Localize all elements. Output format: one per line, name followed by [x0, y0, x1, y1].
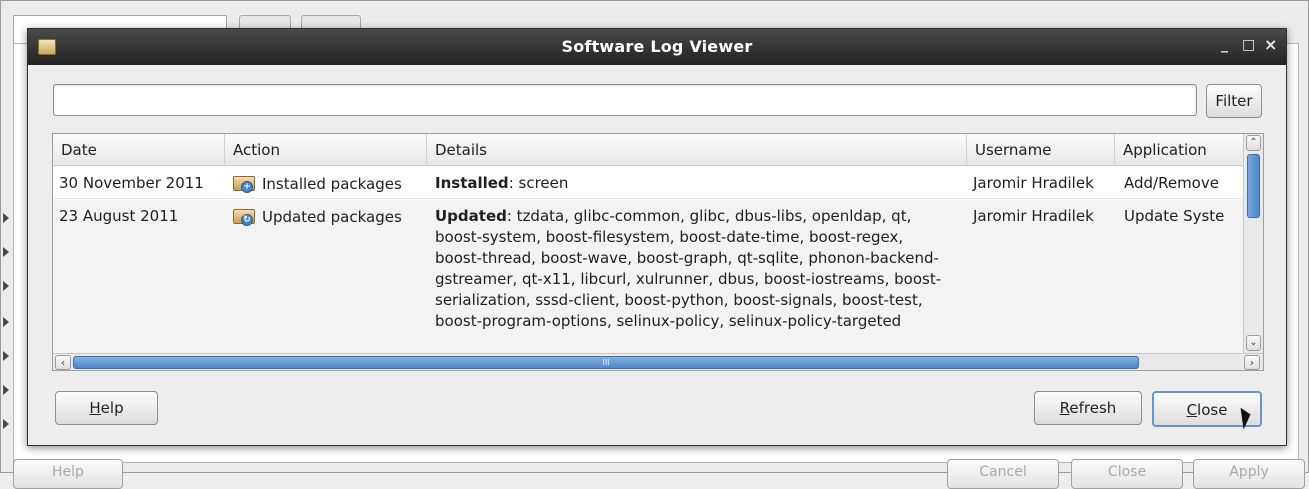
- cell-application: Add/Remove: [1124, 174, 1219, 192]
- maximize-icon[interactable]: □: [1242, 37, 1255, 53]
- vertical-scrollbar[interactable]: ⌃ ⌄: [1243, 134, 1263, 353]
- package-install-icon: +: [231, 173, 259, 193]
- expander-arrow-icon: [3, 317, 9, 327]
- column-header-application[interactable]: Application: [1115, 134, 1243, 166]
- parent-cancel-button: Cancel: [947, 459, 1059, 489]
- cell-username: Jaromir Hradilek: [973, 207, 1094, 225]
- cell-details: Installed: screen: [435, 173, 945, 194]
- cell-username: Jaromir Hradilek: [973, 174, 1094, 192]
- horizontal-scroll-thumb[interactable]: III: [73, 356, 1139, 369]
- table-row[interactable]: 30 November 2011 + Installed packages Ins…: [53, 167, 1243, 199]
- expander-arrow-icon: [3, 213, 9, 223]
- cell-action: ↻ Updated packages: [231, 206, 402, 228]
- cell-action: + Installed packages: [231, 173, 402, 195]
- horizontal-scrollbar[interactable]: ‹ III ›: [53, 353, 1263, 370]
- column-header-date[interactable]: Date: [53, 134, 225, 166]
- expander-arrow-icon: [3, 351, 9, 361]
- scroll-left-icon[interactable]: ‹: [55, 355, 71, 370]
- details-prefix: Updated: [435, 207, 507, 225]
- cell-date: 30 November 2011: [59, 174, 204, 192]
- scroll-up-icon[interactable]: ⌃: [1246, 135, 1261, 151]
- parent-close-button: Close: [1071, 459, 1183, 489]
- details-text: : tzdata, glibc-common, glibc, dbus-libs…: [435, 207, 942, 330]
- action-label: Updated packages: [262, 208, 402, 226]
- table-header: Date Action Details Username Application: [53, 134, 1243, 166]
- expander-arrow-icon: [3, 247, 9, 257]
- close-icon[interactable]: ×: [1264, 35, 1277, 54]
- expander-arrow-icon: [3, 281, 9, 291]
- package-update-icon: ↻: [231, 206, 259, 226]
- action-label: Installed packages: [262, 175, 402, 193]
- log-table[interactable]: Date Action Details Username Application…: [52, 133, 1264, 371]
- column-header-action[interactable]: Action: [225, 134, 427, 166]
- window-title: Software Log Viewer: [561, 37, 753, 56]
- cell-application: Update Syste: [1124, 207, 1225, 225]
- minimize-icon[interactable]: _: [1221, 37, 1228, 53]
- parent-help-button: Help: [13, 459, 123, 489]
- table-row[interactable]: 23 August 2011 ↻ Updated packages Updated…: [53, 200, 1243, 370]
- filter-button[interactable]: Filter: [1206, 84, 1262, 118]
- expander-arrow-icon: [3, 419, 9, 429]
- vertical-scroll-thumb[interactable]: [1247, 154, 1260, 218]
- scroll-down-icon[interactable]: ⌄: [1246, 335, 1261, 351]
- expander-arrow-icon: [3, 385, 9, 395]
- parent-apply-button: Apply: [1193, 459, 1305, 489]
- scroll-right-icon[interactable]: ›: [1244, 355, 1260, 370]
- help-button[interactable]: Help: [55, 391, 158, 425]
- column-header-details[interactable]: Details: [427, 134, 967, 166]
- title-bar[interactable]: Software Log Viewer _ □ ×: [28, 29, 1286, 65]
- cell-details: Updated: tzdata, glibc-common, glibc, db…: [435, 206, 945, 332]
- details-text: : screen: [508, 174, 569, 192]
- software-log-viewer-dialog: Software Log Viewer _ □ × Filter Date Ac…: [27, 28, 1287, 446]
- cell-date: 23 August 2011: [59, 207, 179, 225]
- filter-input[interactable]: [53, 84, 1197, 116]
- refresh-button[interactable]: Refresh: [1034, 391, 1142, 425]
- details-prefix: Installed: [435, 174, 509, 192]
- column-header-username[interactable]: Username: [967, 134, 1115, 166]
